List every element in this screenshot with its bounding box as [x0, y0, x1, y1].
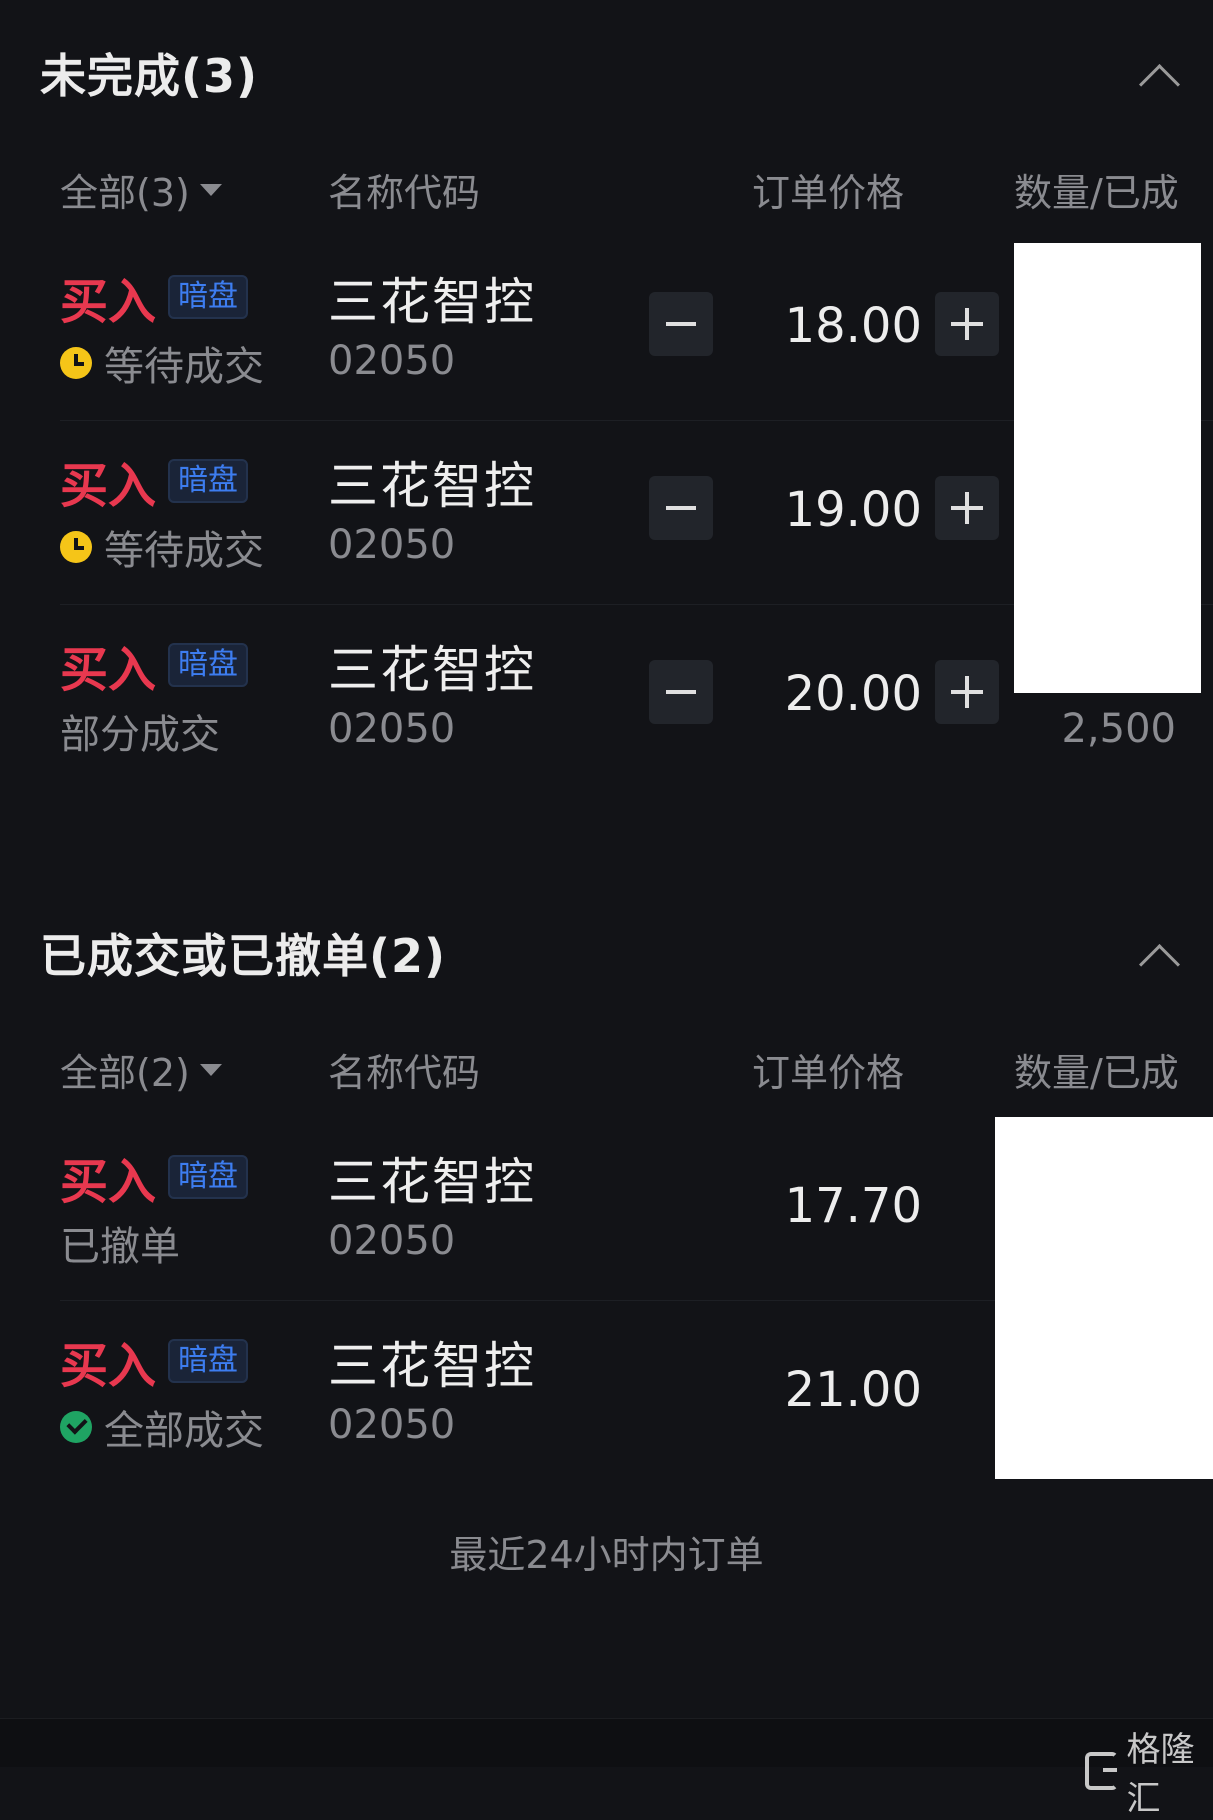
bottom-bar — [0, 1718, 1213, 1767]
done-header-price: 订单价格 — [752, 1051, 905, 1095]
stock-name: 三花智控 — [328, 273, 536, 331]
clock-icon — [60, 531, 92, 563]
stock-code: 02050 — [328, 1402, 456, 1448]
stock-code: 02050 — [328, 522, 456, 568]
plus-icon — [951, 308, 983, 340]
minus-icon — [666, 690, 696, 694]
clock-icon — [60, 347, 92, 379]
order-status-label: 全部成交 — [104, 1408, 264, 1454]
order-status-label: 等待成交 — [104, 344, 264, 390]
order-price: 19.00 — [784, 482, 922, 538]
side-label: 买入 — [60, 458, 157, 514]
side-label: 买入 — [60, 642, 157, 698]
price-increase-button[interactable] — [935, 292, 999, 356]
order-status-label: 等待成交 — [104, 528, 264, 574]
stock-name: 三花智控 — [328, 641, 536, 699]
minus-icon — [666, 322, 696, 326]
done-section-title: 已成交或已撤单(2) — [40, 929, 447, 983]
done-header-name: 名称代码 — [328, 1051, 481, 1095]
caret-down-icon — [199, 183, 222, 196]
caret-down-icon — [199, 1063, 222, 1076]
order-price: 18.00 — [784, 298, 922, 354]
order-status: 全部成交 — [60, 1398, 264, 1456]
order-status: 等待成交 — [60, 518, 264, 576]
watermark-logo-icon — [1085, 1752, 1119, 1790]
dark-pool-tag: 暗盘 — [168, 275, 249, 319]
stock-name: 三花智控 — [328, 457, 536, 515]
done-header-qty: 数量/已成 — [1014, 1051, 1179, 1095]
price-increase-button[interactable] — [935, 476, 999, 540]
watermark-text: 格隆汇 — [1126, 1730, 1195, 1819]
pending-section-title: 未完成(3) — [40, 49, 259, 103]
recent-orders-note: 最近24小时内订单 — [449, 1533, 764, 1577]
plus-icon — [951, 492, 983, 524]
dark-pool-tag: 暗盘 — [168, 1155, 249, 1199]
collapse-done-chevron-up-icon[interactable] — [1138, 943, 1181, 986]
redaction-box — [995, 1117, 1213, 1479]
minus-icon — [666, 506, 696, 510]
pending-header-price: 订单价格 — [752, 171, 905, 215]
price-decrease-button[interactable] — [649, 660, 713, 724]
stock-name: 三花智控 — [328, 1337, 536, 1395]
stock-code: 02050 — [328, 706, 456, 752]
order-status: 等待成交 — [60, 334, 264, 392]
plus-icon — [951, 676, 983, 708]
side-label: 买入 — [60, 274, 157, 330]
done-filter-label: 全部(2) — [60, 1051, 190, 1095]
order-price: 20.00 — [784, 666, 922, 722]
price-decrease-button[interactable] — [649, 476, 713, 540]
pending-filter-label: 全部(3) — [60, 171, 190, 215]
done-filter-dropdown[interactable]: 全部(2) — [60, 1042, 222, 1097]
dark-pool-tag: 暗盘 — [168, 459, 249, 503]
price-decrease-button[interactable] — [649, 292, 713, 356]
order-status: 已撤单 — [60, 1214, 180, 1272]
check-circle-icon — [60, 1411, 92, 1443]
order-price: 17.70 — [784, 1178, 922, 1234]
pending-filter-dropdown[interactable]: 全部(3) — [60, 162, 222, 217]
order-status-label: 部分成交 — [60, 712, 220, 758]
redaction-box — [1014, 243, 1201, 693]
collapse-pending-chevron-up-icon[interactable] — [1138, 63, 1181, 106]
order-price: 21.00 — [784, 1362, 922, 1418]
side-label: 买入 — [60, 1154, 157, 1210]
stock-code: 02050 — [328, 338, 456, 384]
watermark: 格隆汇 — [1085, 1722, 1213, 1820]
dark-pool-tag: 暗盘 — [168, 643, 249, 687]
stock-name: 三花智控 — [328, 1153, 536, 1211]
side-label: 买入 — [60, 1338, 157, 1394]
order-status: 部分成交 — [60, 702, 220, 760]
pending-header-qty: 数量/已成 — [1014, 171, 1179, 215]
pending-header-name: 名称代码 — [328, 171, 481, 215]
dark-pool-tag: 暗盘 — [168, 1339, 249, 1383]
order-status-label: 已撤单 — [60, 1224, 180, 1270]
filled-quantity: 2,500 — [1061, 706, 1176, 752]
stock-code: 02050 — [328, 1218, 456, 1264]
